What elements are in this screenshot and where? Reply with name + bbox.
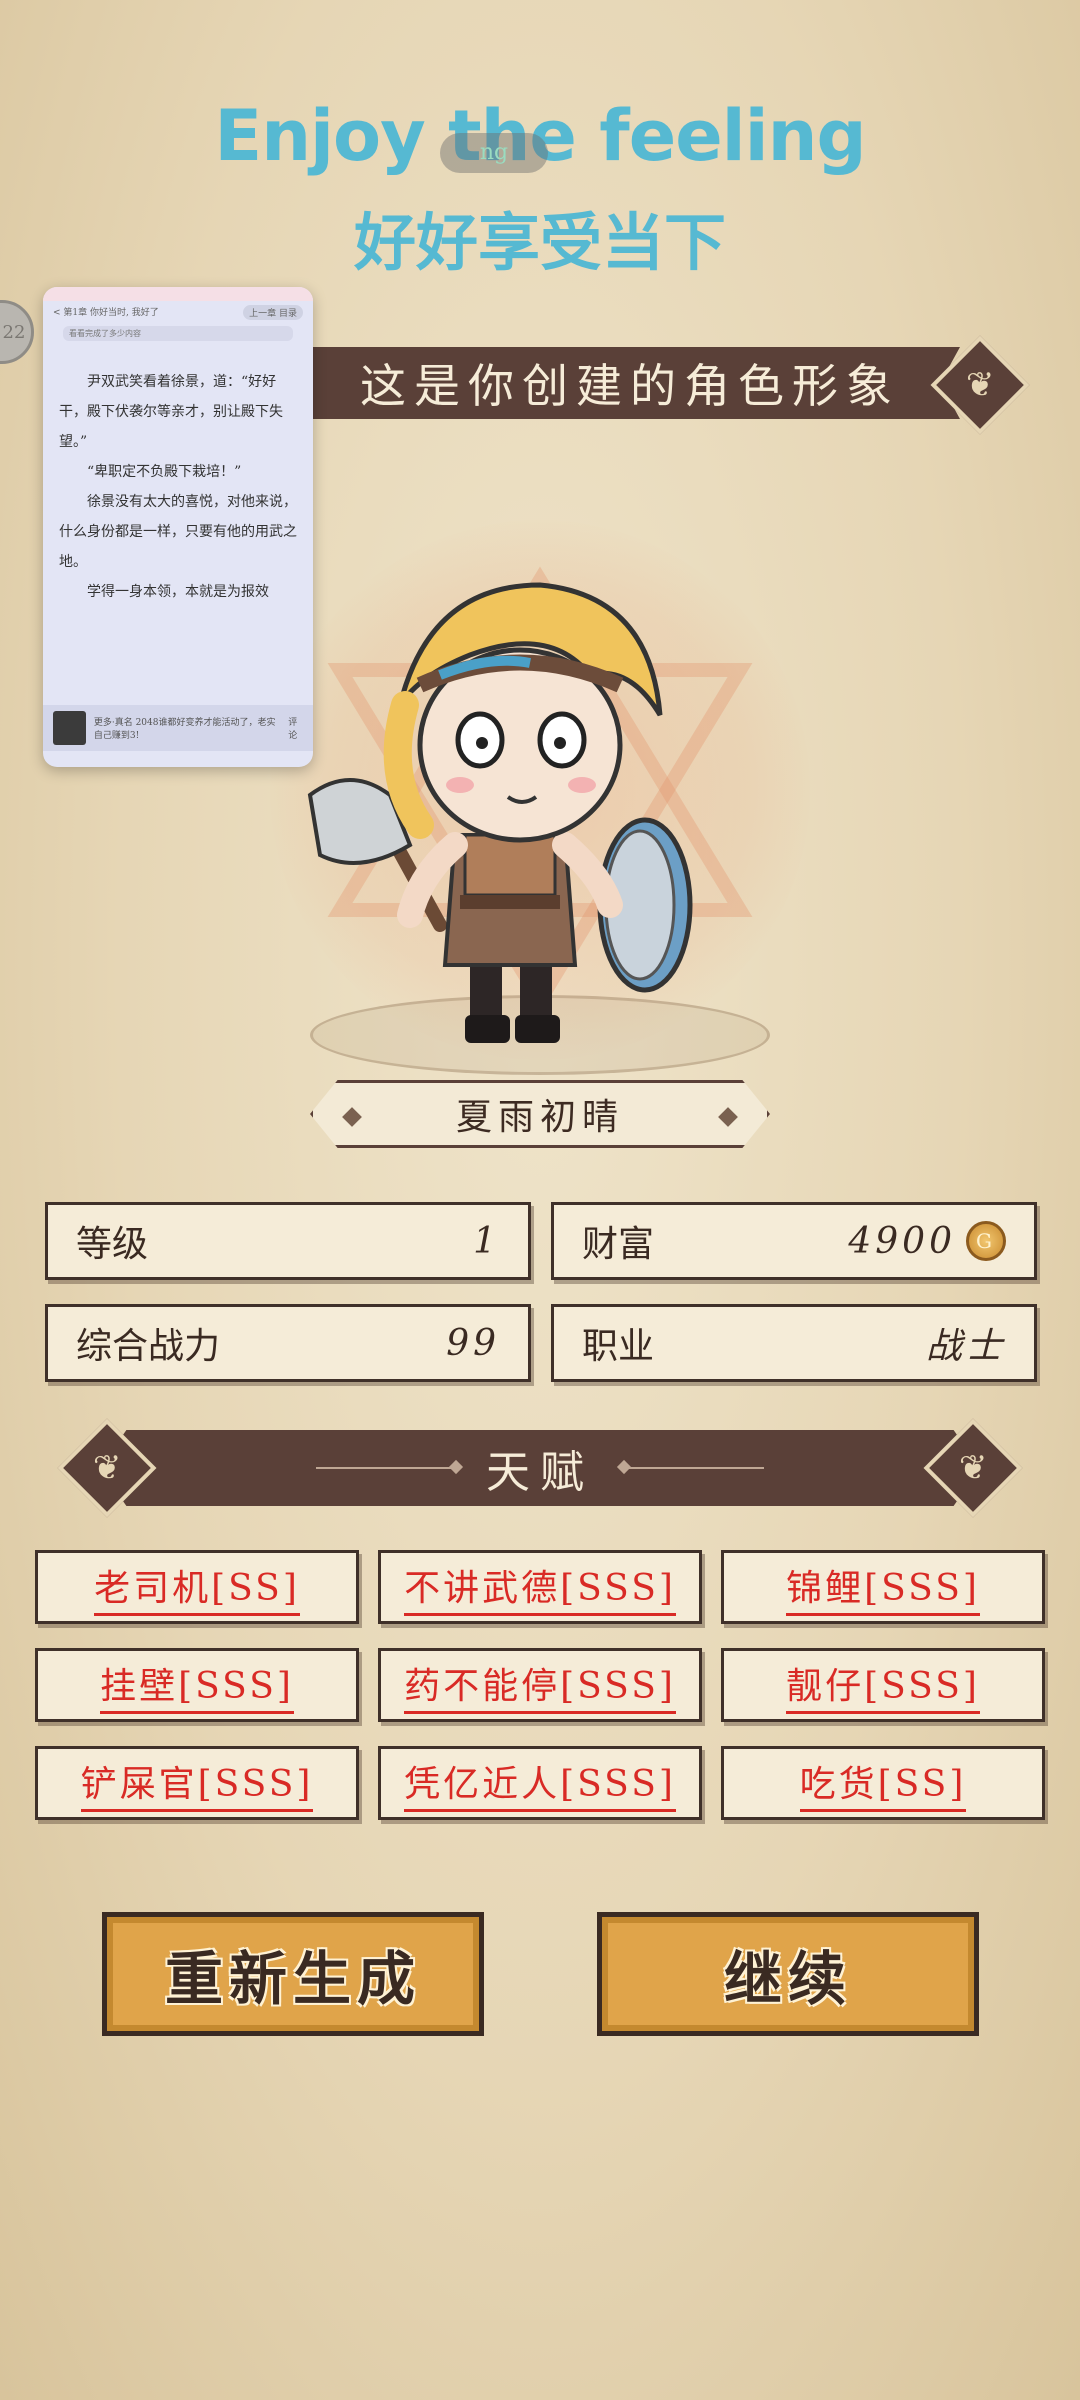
character-name-plate: 夏雨初晴	[310, 1080, 770, 1148]
reader-paragraph: 尹双武笑看着徐景，道：“好好干，殿下伏袭尔等亲才，别让殿下失望。”	[59, 374, 283, 450]
character-banner: 这是你创建的角色形象	[300, 347, 960, 419]
talent-item: 靓仔[SSS]	[721, 1648, 1045, 1722]
reader-chapter-title[interactable]: < 第1章 你好当时, 我好了	[53, 305, 159, 320]
talent-item: 老司机[SS]	[35, 1550, 359, 1624]
reader-footer[interactable]: 更多·真名 2048谁都好变养才能活动了，老实自己赚到3! 评论	[43, 705, 313, 751]
talent-item: 吃货[SS]	[721, 1746, 1045, 1820]
talent-item: 铲屎官[SSS]	[35, 1746, 359, 1820]
reader-text: 尹双武笑看着徐景，道：“好好干，殿下伏袭尔等亲才，别让殿下失望。” “卑职定不负…	[43, 343, 313, 607]
stat-level: 等级 1	[45, 1202, 531, 1280]
talent-label: 吃货[SS]	[799, 1755, 967, 1812]
stat-wealth-group: 4900 G	[848, 1221, 1006, 1262]
character-name: 夏雨初晴	[455, 1097, 624, 1138]
talent-label: 不讲武德[SSS]	[404, 1559, 676, 1616]
stat-job-value: 战士	[925, 1326, 1006, 1367]
reader-nav-button[interactable]: 上一章 目录	[243, 305, 303, 320]
book-thumbnail	[53, 711, 86, 745]
talent-item: 凭亿近人[SSS]	[378, 1746, 702, 1820]
stat-job-label: 职业	[582, 1326, 655, 1367]
talent-label: 挂壁[SSS]	[100, 1657, 294, 1714]
stat-wealth-label: 财富	[582, 1224, 655, 1265]
talent-item: 不讲武德[SSS]	[378, 1550, 702, 1624]
floating-reader-window[interactable]: < 第1章 你好当时, 我好了 上一章 目录 看看完成了多少内容 尹双武笑看着徐…	[43, 287, 313, 767]
talent-item: 锦鲤[SSS]	[721, 1550, 1045, 1624]
talent-label: 药不能停[SSS]	[404, 1657, 676, 1714]
reader-paragraph: 学得一身本领，本就是为报效	[87, 584, 269, 600]
talent-banner-title: 天赋	[486, 1447, 594, 1498]
stat-level-value: 1	[473, 1220, 500, 1262]
stat-wealth: 财富 4900 G	[551, 1202, 1037, 1280]
divider-line	[316, 1467, 456, 1469]
reader-paragraph: “卑职定不负殿下栽培！”	[87, 464, 242, 480]
stat-power-value: 99	[446, 1322, 500, 1364]
side-badge-count: 22	[2, 321, 26, 343]
continue-button[interactable]: 继续	[597, 1912, 979, 2036]
divider-line	[624, 1467, 764, 1469]
side-float-badge[interactable]: 22	[0, 300, 34, 364]
window-drag-bar[interactable]	[43, 287, 313, 301]
status-pill: ng	[440, 133, 548, 173]
warrior-character-image	[307, 582, 693, 1043]
talent-label: 凭亿近人[SSS]	[404, 1755, 676, 1812]
talent-banner: 天赋	[100, 1430, 980, 1506]
talent-label: 铲屎官[SSS]	[80, 1755, 314, 1812]
stat-level-label: 等级	[76, 1224, 149, 1265]
regenerate-button[interactable]: 重新生成	[102, 1912, 484, 2036]
stat-power: 综合战力 99	[45, 1304, 531, 1382]
talent-label: 锦鲤[SSS]	[786, 1559, 980, 1616]
reader-footer-text: 更多·真名 2048谁都好变养才能活动了，老实自己赚到3!	[93, 718, 276, 741]
talent-item: 药不能停[SSS]	[378, 1648, 702, 1722]
reader-header: < 第1章 你好当时, 我好了 上一章 目录	[43, 301, 313, 324]
talent-label: 老司机[SS]	[94, 1559, 300, 1616]
caption-chinese: 好好享受当下	[353, 206, 726, 279]
coin-icon: G	[966, 1221, 1006, 1261]
character-banner-title: 这是你创建的角色形象	[360, 359, 900, 413]
reader-paragraph: 徐景没有太大的喜悦，对他来说，什么身份都是一样，只要有他的用武之地。	[59, 494, 297, 570]
stat-wealth-value: 4900	[848, 1220, 956, 1262]
stat-power-label: 综合战力	[76, 1326, 221, 1367]
reader-comment-button[interactable]: 评论	[288, 715, 303, 741]
talent-item: 挂壁[SSS]	[35, 1648, 359, 1722]
talent-label: 靓仔[SSS]	[786, 1657, 980, 1714]
stat-job: 职业 战士	[551, 1304, 1037, 1382]
reader-subheader: 看看完成了多少内容	[63, 326, 293, 341]
